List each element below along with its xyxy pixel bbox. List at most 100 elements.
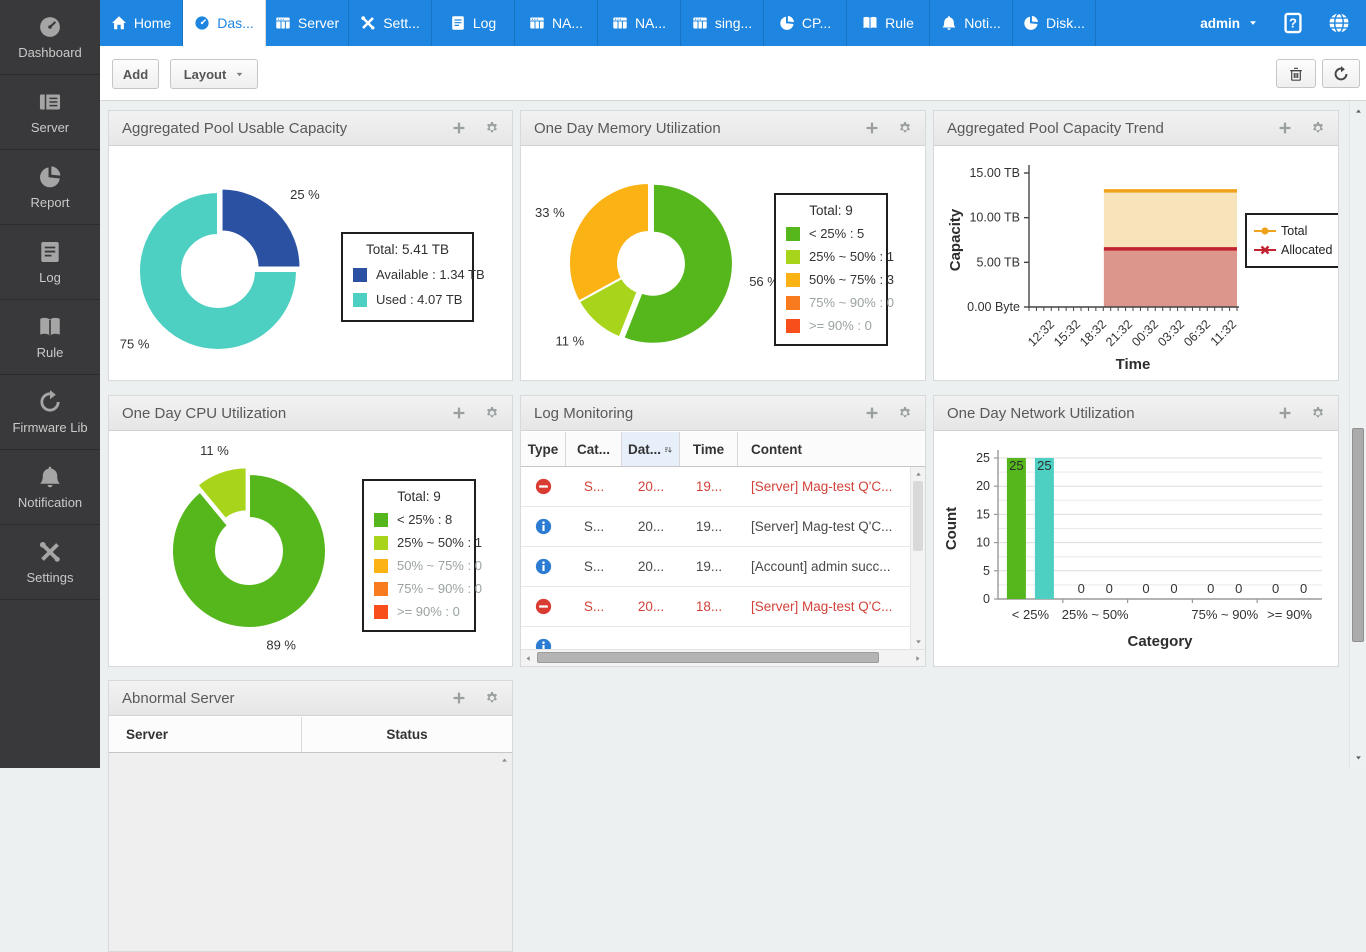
scroll-down-icon[interactable] — [914, 637, 923, 646]
add-widget-button[interactable]: Add — [112, 59, 159, 89]
scroll-up-icon[interactable] — [1354, 107, 1363, 116]
nav-tab-noti[interactable]: Noti... — [930, 0, 1013, 46]
scroll-right-icon[interactable] — [913, 654, 922, 663]
column-header-cat[interactable]: Cat... — [566, 432, 622, 466]
legend-swatch — [786, 227, 800, 241]
help-icon[interactable]: ? — [1282, 12, 1304, 34]
widget-add-icon[interactable] — [865, 406, 879, 420]
log-content: [Account] admin succ... — [738, 559, 910, 574]
legend-swatch — [786, 319, 800, 333]
widget-add-icon[interactable] — [452, 691, 466, 705]
sidebar-item-firmware-lib[interactable]: Firmware Lib — [0, 375, 100, 450]
column-header-server[interactable]: Server — [109, 717, 302, 752]
layout-button[interactable]: Layout — [170, 59, 258, 89]
log-row[interactable]: S...20...19...[Account] admin succ... — [521, 547, 910, 587]
widget-settings-icon[interactable] — [485, 406, 499, 420]
svg-text:25 %: 25 % — [290, 187, 320, 202]
legend-row: < 25% : 8 — [374, 512, 464, 527]
top-navbar: HomeDas...ServerSett...LogNA...NA...sing… — [100, 0, 1366, 46]
legend-row: 25% ~ 50% : 1 — [786, 249, 876, 264]
svg-text:00:32: 00:32 — [1129, 317, 1161, 349]
widget-header: One Day Network Utilization — [934, 396, 1338, 431]
nav-tab-home[interactable]: Home — [100, 0, 183, 46]
nav-tab-das[interactable]: Das... — [183, 0, 266, 46]
widget-settings-icon[interactable] — [485, 121, 499, 135]
nav-tab-sett[interactable]: Sett... — [349, 0, 432, 46]
svg-text:0: 0 — [1142, 581, 1149, 596]
column-header-content[interactable]: Content — [738, 432, 925, 466]
nav-tab-disk[interactable]: Disk... — [1013, 0, 1096, 46]
refresh-button[interactable] — [1322, 59, 1360, 88]
widget-title: Aggregated Pool Capacity Trend — [947, 120, 1164, 137]
widget-add-icon[interactable] — [1278, 121, 1292, 135]
sidebar-item-notification[interactable]: Notification — [0, 450, 100, 525]
log-date: 20... — [622, 599, 680, 614]
nav-tab-sing[interactable]: sing... — [681, 0, 764, 46]
language-globe-icon[interactable] — [1328, 12, 1350, 34]
layout-button-label: Layout — [184, 67, 227, 82]
svg-text:15:32: 15:32 — [1051, 317, 1083, 349]
error-circle-icon — [535, 478, 552, 495]
log-category: S... — [566, 479, 622, 494]
sidebar-item-rule[interactable]: Rule — [0, 300, 100, 375]
widget-add-icon[interactable] — [452, 406, 466, 420]
nav-tab-na[interactable]: NA... — [598, 0, 681, 46]
nav-right: admin ? — [1200, 0, 1366, 46]
dashboard-toolbar: Add Layout — [100, 46, 1366, 101]
line-x-marker-icon — [1254, 245, 1276, 255]
column-header-status[interactable]: Status — [302, 727, 512, 742]
page-scrollbar[interactable] — [1349, 101, 1366, 768]
widget-settings-icon[interactable] — [1311, 121, 1325, 135]
column-header-dat[interactable]: Dat... — [622, 432, 680, 466]
legend-label: 75% ~ 90% : 0 — [809, 295, 894, 310]
svg-text:Count: Count — [943, 507, 960, 550]
sidebar-item-dashboard[interactable]: Dashboard — [0, 0, 100, 75]
svg-text:5.00 TB: 5.00 TB — [976, 255, 1020, 269]
widget-settings-icon[interactable] — [485, 691, 499, 705]
scroll-up-icon[interactable] — [500, 756, 509, 765]
log-row[interactable] — [521, 627, 910, 649]
svg-text:0: 0 — [1272, 581, 1279, 596]
svg-text:75 %: 75 % — [120, 337, 150, 352]
log-horizontal-scrollbar[interactable] — [521, 649, 925, 666]
svg-text:0: 0 — [1106, 581, 1113, 596]
legend-row: 50% ~ 75% : 3 — [786, 272, 876, 287]
nav-tab-na[interactable]: NA... — [515, 0, 598, 46]
svg-text:0: 0 — [1207, 581, 1214, 596]
widget-title: One Day Memory Utilization — [534, 120, 721, 137]
widget-settings-icon[interactable] — [1311, 406, 1325, 420]
nav-tab-cp[interactable]: CP... — [764, 0, 847, 46]
column-header-type[interactable]: Type — [521, 432, 566, 466]
scroll-down-icon[interactable] — [1354, 753, 1363, 762]
delete-button[interactable] — [1276, 59, 1316, 88]
scroll-thumb[interactable] — [913, 481, 923, 551]
nav-tab-server[interactable]: Server — [266, 0, 349, 46]
column-header-time[interactable]: Time — [680, 432, 738, 466]
svg-text:25: 25 — [1037, 458, 1051, 473]
user-menu[interactable]: admin — [1200, 16, 1258, 31]
log-row[interactable]: S...20...18...[Server] Mag-test Q'C... — [521, 587, 910, 627]
widget-add-icon[interactable] — [452, 121, 466, 135]
widget-settings-icon[interactable] — [898, 121, 912, 135]
widget-settings-icon[interactable] — [898, 406, 912, 420]
scroll-thumb[interactable] — [1352, 428, 1364, 642]
sidebar-item-log[interactable]: Log — [0, 225, 100, 300]
widget-add-icon[interactable] — [865, 121, 879, 135]
widget-add-icon[interactable] — [1278, 406, 1292, 420]
sidebar-item-server[interactable]: Server — [0, 75, 100, 150]
doc-icon — [450, 15, 466, 31]
sidebar-item-report[interactable]: Report — [0, 150, 100, 225]
nav-tab-log[interactable]: Log — [432, 0, 515, 46]
sidebar-item-settings[interactable]: Settings — [0, 525, 100, 600]
widget-title: Abnormal Server — [122, 690, 235, 707]
legend-label: >= 90% : 0 — [397, 604, 460, 619]
info-circle-icon — [535, 558, 552, 575]
scroll-thumb[interactable] — [537, 652, 879, 663]
scroll-up-icon[interactable] — [914, 470, 923, 479]
log-row[interactable]: S...20...19...[Server] Mag-test Q'C... — [521, 507, 910, 547]
log-vertical-scrollbar[interactable] — [910, 467, 925, 649]
scroll-left-icon[interactable] — [524, 654, 533, 663]
log-row[interactable]: S...20...19...[Server] Mag-test Q'C... — [521, 467, 910, 507]
nav-tab-rule[interactable]: Rule — [847, 0, 930, 46]
error-circle-icon — [535, 598, 552, 615]
